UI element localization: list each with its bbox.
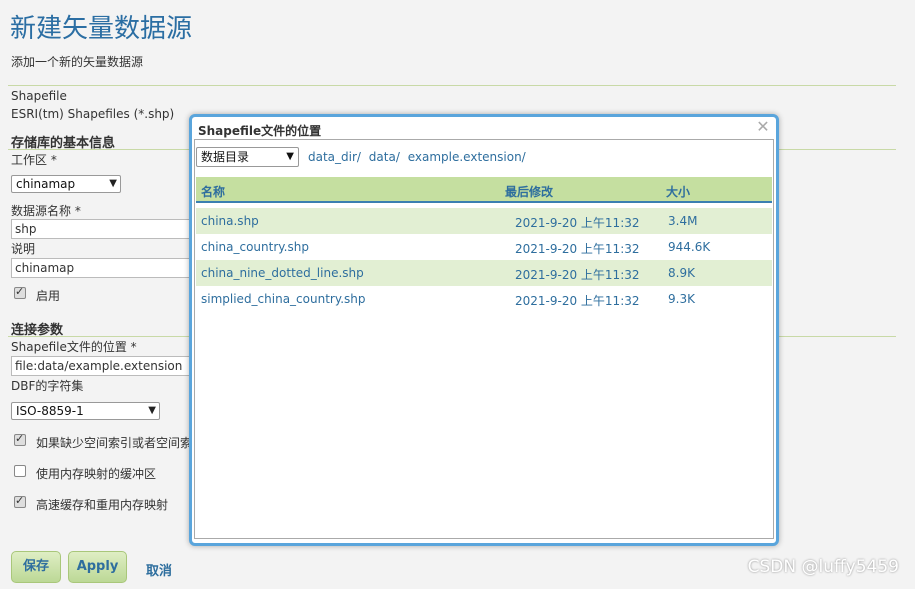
workspace-select[interactable]: chinamap ▼: [11, 175, 121, 193]
file-name[interactable]: china_nine_dotted_line.shp: [201, 266, 364, 280]
column-name-header[interactable]: 名称: [201, 183, 225, 200]
source-description: ESRI(tm) Shapefiles (*.shp): [11, 107, 175, 121]
apply-button[interactable]: Apply: [68, 551, 127, 583]
memory-mapped-checkbox[interactable]: [14, 465, 26, 477]
root-directory-value: 数据目录: [201, 150, 250, 164]
spatial-index-label: 如果缺少空间索引或者空间索: [36, 436, 193, 450]
page-title: 新建矢量数据源: [10, 14, 193, 44]
file-name[interactable]: china.shp: [201, 214, 259, 228]
chevron-down-icon: ▼: [148, 405, 156, 416]
description-input[interactable]: chinamap: [11, 258, 201, 278]
watermark: CSDN @luffy5459: [747, 557, 899, 577]
charset-select-value: ISO-8859-1: [16, 404, 84, 418]
workspace-label: 工作区 *: [11, 153, 57, 167]
shapefile-location-label: Shapefile文件的位置 *: [11, 340, 137, 354]
root-directory-select[interactable]: 数据目录 ▼: [196, 147, 299, 167]
description-label: 说明: [11, 242, 36, 256]
save-button[interactable]: 保存: [11, 551, 61, 583]
source-type: Shapefile: [11, 89, 67, 103]
file-size: 3.4M: [668, 214, 698, 228]
cache-mmap-label: 高速缓存和重用内存映射: [36, 498, 169, 512]
close-icon[interactable]: ✕: [755, 119, 771, 135]
shapefile-location-input[interactable]: file:data/example.extension: [11, 356, 201, 376]
file-row[interactable]: china.shp 2021-9-20 上午11:32 3.4M: [196, 208, 772, 234]
enabled-label: 启用: [36, 289, 61, 303]
breadcrumb: data_dir/ data/ example.extension/: [308, 150, 530, 164]
file-chooser-dialog: Shapefile文件的位置 ✕ 数据目录 ▼ data_dir/ data/ …: [189, 114, 779, 546]
charset-select[interactable]: ISO-8859-1 ▼: [11, 402, 160, 420]
datasource-name-input[interactable]: shp: [11, 219, 201, 239]
column-modified-header[interactable]: 最后修改: [505, 183, 553, 200]
file-name[interactable]: simplied_china_country.shp: [201, 292, 366, 306]
file-size: 9.3K: [668, 292, 695, 306]
spatial-index-checkbox[interactable]: [14, 432, 26, 446]
breadcrumb-item[interactable]: example.extension/: [408, 150, 526, 164]
breadcrumb-item[interactable]: data_dir/: [308, 150, 361, 164]
file-table-header: 名称 最后修改 大小: [196, 177, 772, 203]
chevron-down-icon: ▼: [109, 178, 117, 189]
file-row[interactable]: china_country.shp 2021-9-20 上午11:32 944.…: [196, 234, 772, 260]
cancel-link[interactable]: 取消: [146, 560, 172, 579]
file-modified: 2021-9-20 上午11:32: [515, 294, 640, 308]
dbf-charset-label: DBF的字符集: [11, 379, 84, 393]
file-modified: 2021-9-20 上午11:32: [515, 242, 640, 256]
file-modified: 2021-9-20 上午11:32: [515, 268, 640, 282]
file-modified: 2021-9-20 上午11:32: [515, 216, 640, 230]
dialog-title: Shapefile文件的位置: [198, 124, 322, 138]
cache-mmap-checkbox[interactable]: [14, 494, 26, 508]
file-size: 944.6K: [668, 240, 711, 254]
breadcrumb-item[interactable]: data/: [369, 150, 400, 164]
enabled-checkbox[interactable]: [14, 285, 26, 299]
chevron-down-icon: ▼: [286, 151, 294, 162]
file-row[interactable]: china_nine_dotted_line.shp 2021-9-20 上午1…: [196, 260, 772, 286]
dialog-body: 数据目录 ▼ data_dir/ data/ example.extension…: [194, 139, 774, 539]
workspace-select-value: chinamap: [16, 177, 76, 191]
file-size: 8.9K: [668, 266, 695, 280]
file-name[interactable]: china_country.shp: [201, 240, 309, 254]
datasource-name-label: 数据源名称 *: [11, 204, 81, 218]
file-row[interactable]: simplied_china_country.shp 2021-9-20 上午1…: [196, 286, 772, 312]
memory-mapped-label: 使用内存映射的缓冲区: [36, 467, 157, 481]
page-subtitle: 添加一个新的矢量数据源: [11, 55, 144, 69]
divider: [8, 85, 896, 86]
column-size-header[interactable]: 大小: [666, 183, 690, 200]
